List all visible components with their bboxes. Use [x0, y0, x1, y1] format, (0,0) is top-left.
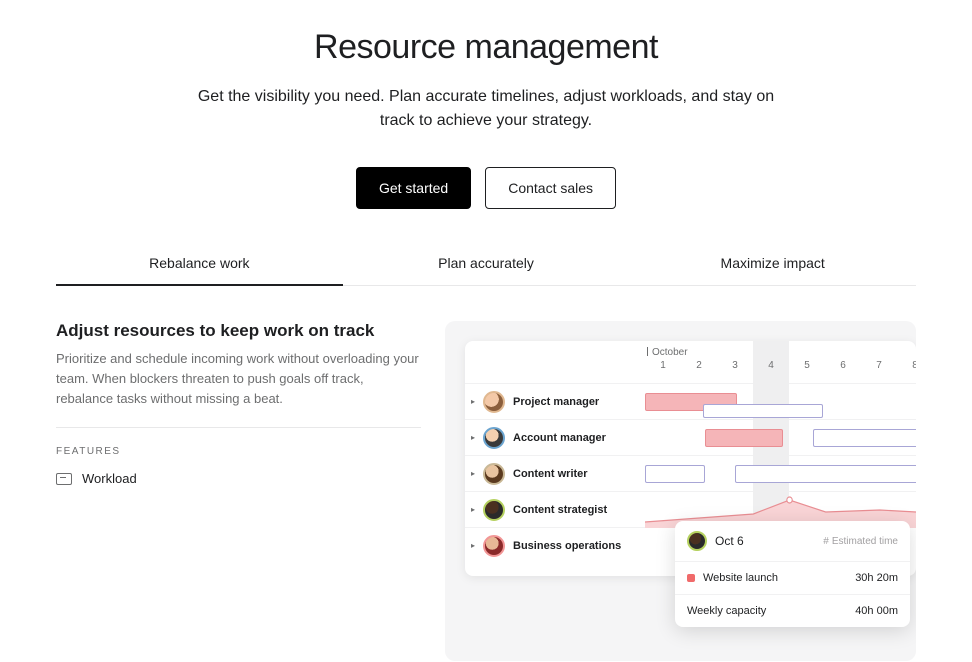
row-project-manager[interactable]: ▸ Project manager — [465, 383, 916, 419]
illustration-panel: October 1 2 3 4 5 6 7 8 ▸ — [445, 321, 916, 661]
popover-row-weekly-capacity[interactable]: Weekly capacity 40h 00m — [675, 595, 910, 627]
day-labels: 1 2 3 4 5 6 7 8 — [645, 360, 916, 371]
task-bar[interactable] — [705, 429, 783, 447]
page-subtitle: Get the visibility you need. Plan accura… — [186, 85, 786, 133]
get-started-button[interactable]: Get started — [356, 167, 471, 209]
tab-rebalance-work[interactable]: Rebalance work — [56, 243, 343, 285]
tabs: Rebalance work Plan accurately Maximize … — [56, 243, 916, 286]
day-5: 5 — [789, 360, 825, 371]
popover-item-time: 30h 20m — [855, 572, 898, 584]
workload-icon — [56, 473, 72, 485]
caret-right-icon: ▸ — [471, 433, 475, 442]
tab-maximize-impact[interactable]: Maximize impact — [629, 243, 916, 285]
status-dot — [687, 574, 695, 582]
popover-item-label: Website launch — [703, 572, 778, 584]
task-bar[interactable] — [703, 404, 823, 418]
estimated-time-text: Estimated time — [832, 536, 898, 547]
day-2: 2 — [681, 360, 717, 371]
tab-plan-accurately[interactable]: Plan accurately — [343, 243, 630, 285]
cta-row: Get started Contact sales — [0, 167, 972, 209]
caret-right-icon: ▸ — [471, 505, 475, 514]
role-label: Project manager — [513, 396, 599, 408]
day-4: 4 — [753, 360, 789, 371]
role-label: Content writer — [513, 468, 588, 480]
role-label: Content strategist — [513, 504, 607, 516]
task-bar[interactable] — [735, 465, 916, 483]
feature-workload[interactable]: Workload — [56, 471, 421, 486]
avatar — [483, 427, 505, 449]
avatar — [483, 535, 505, 557]
day-6: 6 — [825, 360, 861, 371]
capacity-popover: Oct 6 # Estimated time Website launch 30… — [675, 521, 910, 627]
task-bar[interactable] — [813, 429, 916, 447]
page-title: Resource management — [0, 28, 972, 67]
month-label: October — [647, 347, 916, 358]
role-label: Business operations — [513, 540, 621, 552]
caret-right-icon: ▸ — [471, 469, 475, 478]
day-8: 8 — [897, 360, 916, 371]
day-7: 7 — [861, 360, 897, 371]
role-label: Account manager — [513, 432, 606, 444]
popover-item-time: 40h 00m — [855, 605, 898, 617]
detail-heading: Adjust resources to keep work on track — [56, 321, 421, 341]
detail-column: Adjust resources to keep work on track P… — [56, 321, 421, 661]
day-1: 1 — [645, 360, 681, 371]
row-content-writer[interactable]: ▸ Content writer — [465, 455, 916, 491]
row-account-manager[interactable]: ▸ Account manager — [465, 419, 916, 455]
detail-body: Prioritize and schedule incoming work wi… — [56, 349, 421, 409]
contact-sales-button[interactable]: Contact sales — [485, 167, 616, 209]
day-3: 3 — [717, 360, 753, 371]
feature-label: Workload — [82, 471, 137, 486]
hash-icon: # — [823, 536, 829, 547]
avatar — [483, 463, 505, 485]
estimated-time-label: # Estimated time — [823, 536, 898, 547]
task-bar[interactable] — [645, 465, 705, 483]
features-label: FEATURES — [56, 446, 421, 457]
divider — [56, 427, 421, 428]
avatar — [687, 531, 707, 551]
avatar — [483, 391, 505, 413]
popover-date: Oct 6 — [715, 534, 744, 548]
caret-right-icon: ▸ — [471, 541, 475, 550]
timeline-header: October 1 2 3 4 5 6 7 8 — [465, 341, 916, 383]
popover-row-website-launch[interactable]: Website launch 30h 20m — [675, 562, 910, 595]
popover-item-label: Weekly capacity — [687, 605, 766, 617]
avatar — [483, 499, 505, 521]
caret-right-icon: ▸ — [471, 397, 475, 406]
